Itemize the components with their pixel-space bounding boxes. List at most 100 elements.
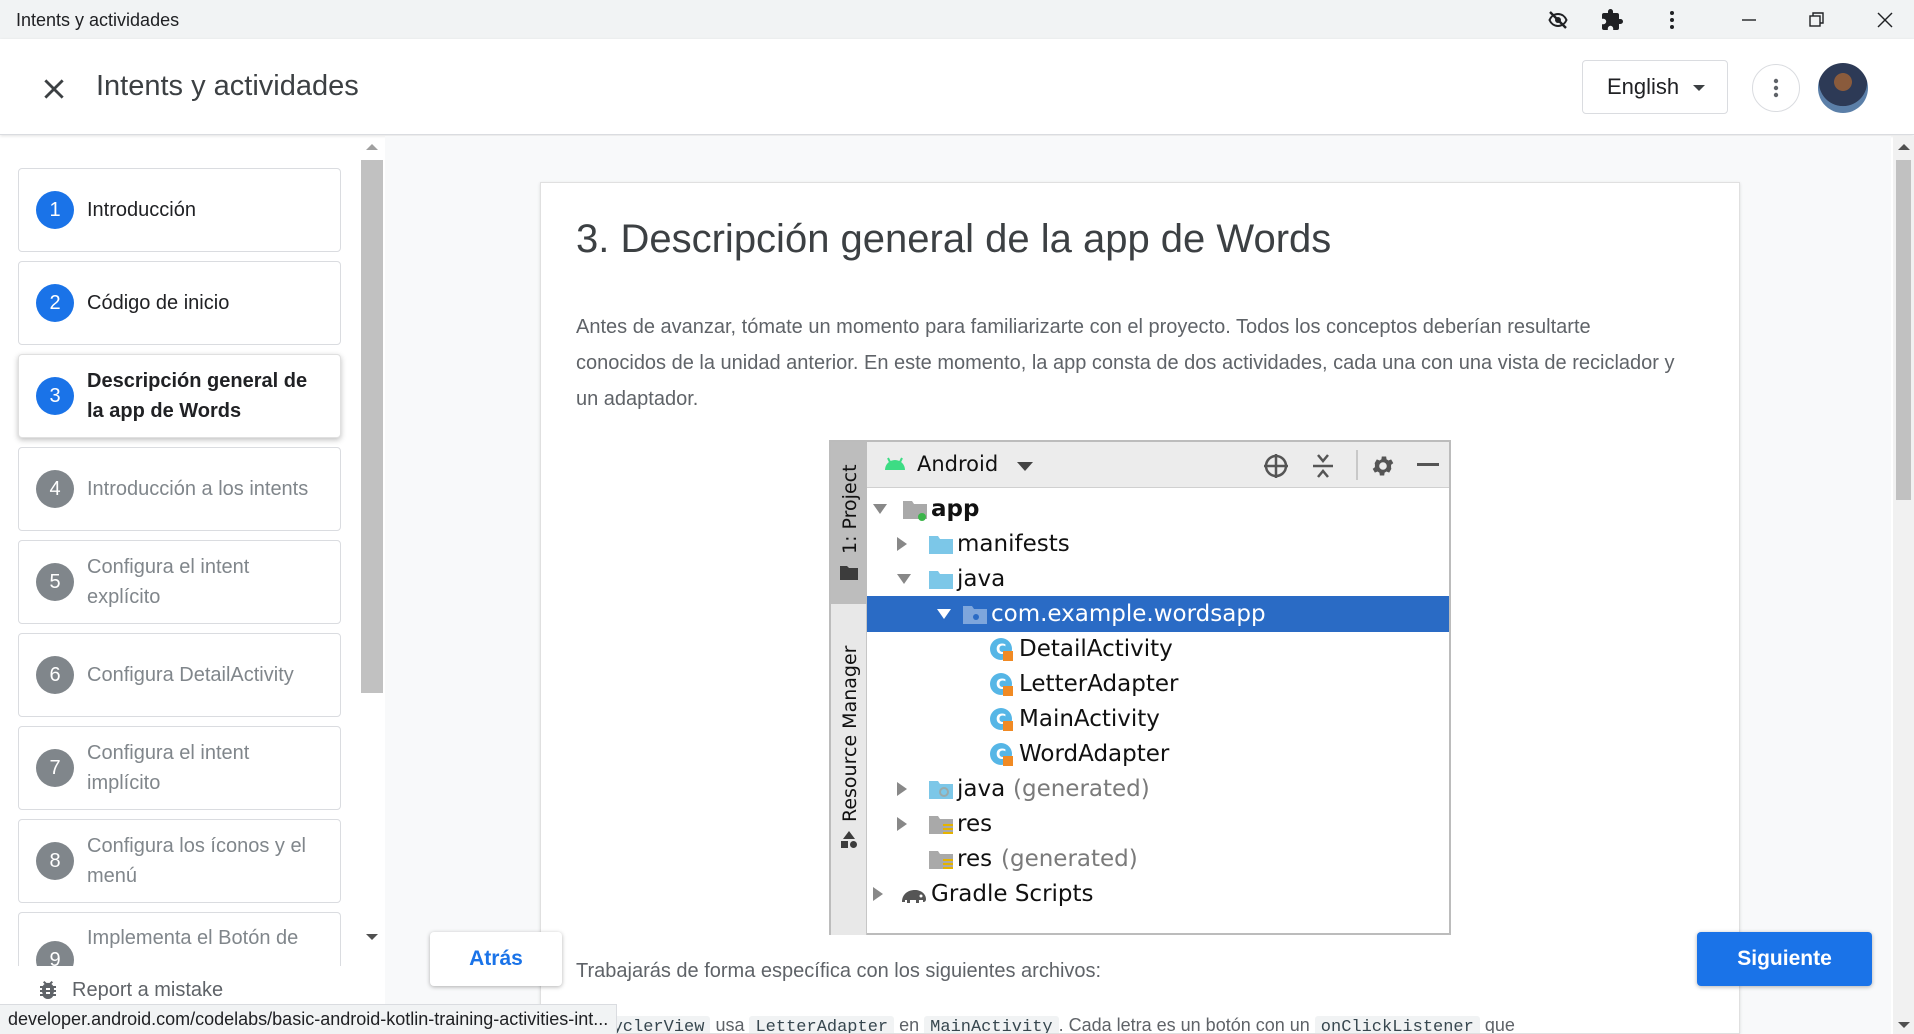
step-number: 8	[36, 842, 74, 880]
step-label: Introducción	[87, 199, 196, 221]
window-title: Intents y actividades	[16, 10, 180, 30]
page-title: Intents y actividades	[96, 70, 359, 102]
step-label: Configura el intent explícito	[87, 556, 250, 608]
step-label: Descripción general de la app de Words	[87, 370, 308, 422]
tree-label-suffix: (generated)	[1013, 776, 1150, 802]
step-content-card: 3. Descripción general de la app de Word…	[540, 182, 1740, 1034]
scroll-up-icon[interactable]	[365, 142, 379, 152]
step-number: 4	[36, 470, 74, 508]
ide-toolbar: Android	[867, 442, 1449, 488]
steps-sidebar: 1 Introducción 2 Código de inicio 3 Desc…	[0, 136, 385, 966]
window-close-icon[interactable]	[1850, 0, 1914, 39]
language-select[interactable]: English	[1582, 60, 1728, 114]
dropdown-icon	[1017, 462, 1033, 471]
tree-label: com.example.wordsapp	[991, 601, 1266, 627]
report-mistake-link[interactable]: Report a mistake	[36, 978, 223, 1002]
kotlin-class-icon: C	[990, 638, 1013, 661]
step-number: 2	[36, 284, 74, 322]
minimize-icon[interactable]	[1714, 0, 1784, 39]
step-item-2[interactable]: 2 Código de inicio	[18, 261, 341, 345]
kotlin-class-icon: C	[990, 673, 1013, 696]
page-scroll-up-icon[interactable]	[1897, 142, 1911, 152]
step-item-9[interactable]: 9 Implementa el Botón de	[18, 912, 341, 966]
sidebar-scrollbar-thumb[interactable]	[361, 160, 383, 693]
bug-icon	[40, 981, 56, 1000]
more-vert-icon	[1773, 78, 1779, 98]
step-item-3[interactable]: 3 Descripción general de la app de Words	[18, 354, 341, 438]
code-line-text: usa	[715, 1015, 745, 1034]
resources-folder-icon	[929, 816, 953, 834]
scroll-down-icon[interactable]	[365, 932, 379, 942]
tree-label: DetailActivity	[1019, 636, 1173, 662]
step-number: 6	[36, 656, 74, 694]
browser-menu-icon[interactable]	[1658, 6, 1686, 34]
code-line-text: en	[899, 1015, 920, 1034]
tree-label: res	[957, 811, 993, 837]
folder-icon	[840, 566, 858, 580]
more-options-button[interactable]	[1752, 64, 1800, 112]
code-line-text: que	[1484, 1015, 1515, 1034]
step-item-6[interactable]: 6 Configura DetailActivity	[18, 633, 341, 717]
page-scrollbar-thumb[interactable]	[1896, 160, 1911, 500]
step-label: Introducción a los intents	[87, 478, 309, 500]
step-item-8[interactable]: 8 Configura los íconos y el menú	[18, 819, 341, 903]
code-line-text: . Cada letra es un botón con un	[1058, 1015, 1310, 1034]
user-avatar[interactable]	[1818, 63, 1868, 113]
files-intro-paragraph: Trabajarás de forma específica con los s…	[576, 960, 1102, 982]
kotlin-class-icon: C	[990, 708, 1013, 731]
collapsed-arrow-icon	[897, 817, 907, 831]
close-codelab-button[interactable]	[34, 69, 74, 109]
folder-icon	[929, 571, 953, 589]
status-url: developer.android.com/codelabs/basic-and…	[0, 1004, 618, 1034]
code-line: RecyclerView usa LetterAdapter en MainAc…	[576, 1015, 1515, 1034]
shapes-icon	[841, 831, 857, 848]
gradle-elephant-icon	[902, 890, 926, 903]
codelab-header: Intents y actividades English	[0, 39, 1914, 135]
restore-icon[interactable]	[1782, 0, 1852, 39]
tree-label: res	[957, 846, 993, 872]
step-item-4[interactable]: 4 Introducción a los intents	[18, 447, 341, 531]
next-button[interactable]: Siguiente	[1697, 932, 1872, 986]
step-label: Configura los íconos y el menú	[87, 835, 307, 887]
expanded-arrow-icon	[897, 574, 911, 584]
step-item-5[interactable]: 5 Configura el intent explícito	[18, 540, 341, 624]
tree-label: MainActivity	[1019, 706, 1160, 732]
collapse-all-icon	[1313, 454, 1333, 478]
tree-label: WordAdapter	[1019, 741, 1170, 767]
folder-icon	[929, 536, 953, 554]
collapsed-arrow-icon	[897, 537, 907, 551]
intro-paragraph: Antes de avanzar, tómate un momento para…	[576, 316, 1675, 410]
minimize-panel-icon	[1417, 463, 1439, 466]
resource-manager-label: Resource Manager	[839, 645, 861, 822]
page-scroll-down-icon[interactable]	[1897, 1020, 1911, 1030]
locate-icon	[1264, 454, 1288, 478]
tree-label: java	[957, 566, 1006, 592]
back-button[interactable]: Atrás	[430, 932, 562, 986]
expanded-arrow-icon	[873, 504, 887, 514]
language-value: English	[1607, 74, 1680, 99]
step-number: 7	[36, 749, 74, 787]
project-tree-screenshot: 1: Project Resource Manager Android app …	[829, 440, 1451, 935]
generated-folder-icon	[929, 781, 953, 799]
gear-icon	[1372, 456, 1394, 476]
extensions-icon[interactable]	[1598, 6, 1626, 34]
step-label: Configura el intent implícito	[87, 742, 250, 794]
window-title-bar: Intents y actividades	[0, 0, 1914, 39]
package-folder-icon	[963, 606, 987, 624]
tree-label: manifests	[957, 531, 1070, 557]
step-label: Implementa el Botón de	[87, 927, 299, 949]
ide-tool-strip: 1: Project Resource Manager	[831, 442, 867, 935]
step-number: 5	[36, 563, 74, 601]
tree-label: app	[931, 496, 980, 522]
kotlin-class-icon: C	[990, 743, 1013, 766]
step-item-7[interactable]: 7 Configura el intent implícito	[18, 726, 341, 810]
android-icon	[885, 457, 905, 470]
module-folder-icon	[903, 501, 927, 521]
project-view-label: Android	[917, 452, 999, 476]
resources-folder-icon	[929, 851, 953, 869]
eye-off-icon[interactable]	[1544, 6, 1572, 34]
expanded-arrow-icon	[937, 609, 951, 619]
step-number: 3	[36, 377, 74, 415]
tree-label: LetterAdapter	[1019, 671, 1179, 697]
step-item-1[interactable]: 1 Introducción	[18, 168, 341, 252]
